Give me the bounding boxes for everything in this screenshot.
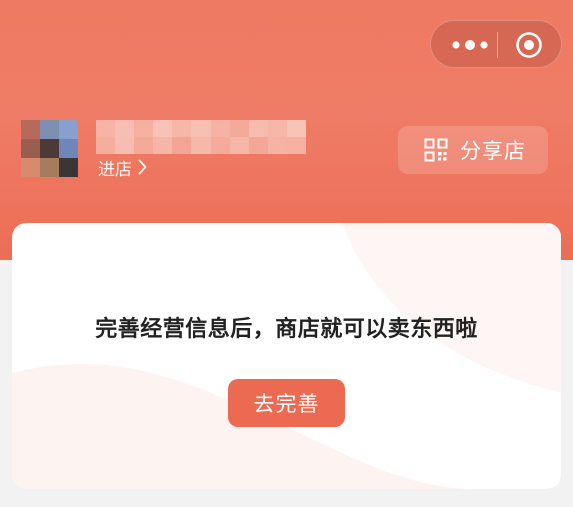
- chevron-right-icon: [138, 159, 147, 175]
- share-store-label: 分享店: [460, 139, 526, 163]
- enter-store-label: 进店: [98, 159, 132, 180]
- share-store-button[interactable]: 分享店: [398, 126, 548, 174]
- card-background-wave: [12, 223, 561, 489]
- enter-store-link[interactable]: 进店: [98, 155, 147, 180]
- complete-info-button[interactable]: 去完善: [228, 379, 345, 427]
- onboarding-message: 完善经营信息后，商店就可以卖东西啦: [95, 317, 478, 342]
- store-header: 进店 分享店: [0, 0, 573, 260]
- target-close-icon[interactable]: [515, 31, 543, 59]
- store-name-pixelated: [96, 120, 306, 154]
- store-avatar[interactable]: [21, 120, 78, 177]
- onboarding-card: 完善经营信息后，商店就可以卖东西啦 去完善: [12, 223, 561, 489]
- qr-code-icon: [424, 138, 448, 162]
- capsule-divider: [497, 32, 498, 58]
- more-dots-icon[interactable]: [451, 37, 489, 53]
- mini-program-capsule: [430, 20, 562, 68]
